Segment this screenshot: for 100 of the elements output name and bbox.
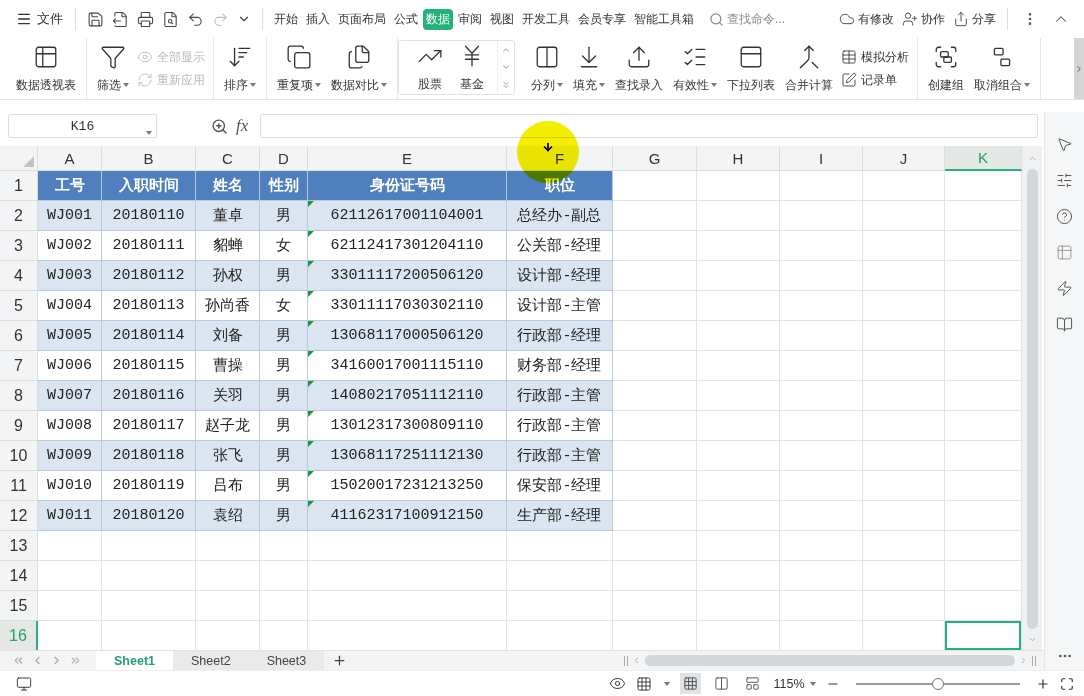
table-cell: 33011117200506120 [308,261,507,291]
row-header[interactable]: 15 [0,591,38,621]
table-cell: 行政部-经理 [507,321,613,351]
undo-icon[interactable] [187,10,204,28]
row-header[interactable]: 11 [0,471,38,501]
splitter-grip[interactable] [624,655,628,666]
ribbon-button[interactable]: 取消组合 [970,38,1034,99]
toolbar-action[interactable]: 有修改 [836,8,897,30]
ribbon-button[interactable]: 创建组 [924,38,968,99]
input-method-icon[interactable] [636,675,653,692]
menu-tab[interactable]: 视图 [487,8,517,30]
row-header[interactable]: 6 [0,321,38,351]
name-box[interactable]: K16 [8,114,157,138]
menu-tab[interactable]: 会员专享 [575,8,629,30]
row-header[interactable]: 7 [0,351,38,381]
row-header[interactable]: 8 [0,381,38,411]
sheet-tab[interactable]: Sheet3 [248,650,325,671]
menu-tab[interactable]: 开发工具 [519,8,573,30]
macro-icon[interactable] [16,675,32,692]
eye-icon[interactable] [609,675,627,692]
column-header[interactable]: C [196,146,260,171]
table-cell: WJ001 [38,201,102,231]
ribbon-button[interactable]: 数据透视表 [12,38,80,99]
table-cell: 孙尚香 [196,291,260,321]
export-icon[interactable] [112,10,129,28]
table-cell: 关羽 [196,381,260,411]
menu-tab[interactable]: 插入 [303,8,333,30]
menu-tab[interactable]: 审阅 [455,8,485,30]
printer-icon[interactable] [137,10,154,28]
zoom-level[interactable]: 115% [773,676,816,691]
row-header[interactable]: 10 [0,441,38,471]
ribbon-scroll-icon[interactable] [1074,63,1084,74]
ribbon-button[interactable]: 合并计算 [781,38,837,99]
column-header[interactable]: B [102,146,196,171]
pointer-icon[interactable] [1056,136,1073,153]
row-header[interactable]: 3 [0,231,38,261]
ribbon-button[interactable]: 查找录入 [611,38,667,99]
zoom-icon[interactable] [211,117,228,135]
menu-tab[interactable]: 开始 [271,8,301,30]
row-header[interactable]: 2 [0,201,38,231]
ribbon-button[interactable]: 基金 [455,42,489,93]
page-view-icon[interactable] [714,676,730,691]
row-header[interactable]: 4 [0,261,38,291]
row-header[interactable]: 5 [0,291,38,321]
ribbon-button[interactable]: 重复项 [273,38,325,99]
command-search[interactable]: 查找命令... [709,10,785,28]
ribbon-button[interactable]: 股票 [413,42,447,93]
file-menu[interactable]: 文件 [12,8,67,30]
lightning-icon[interactable] [1056,280,1073,297]
help-icon[interactable] [1056,208,1073,225]
column-header[interactable]: I [780,146,863,171]
table-icon [841,49,857,65]
menu-tab[interactable]: 公式 [391,8,421,30]
row-header[interactable]: 13 [0,531,38,561]
ribbon-small-button[interactable]: 记录单 [839,71,911,89]
menu-tab[interactable]: 页面布局 [335,8,389,30]
page-break-view-icon[interactable] [745,676,761,691]
row-header[interactable]: 1 [0,171,38,201]
ribbon-button[interactable]: 分列 [527,38,567,99]
table-cell: WJ003 [38,261,102,291]
caret-icon[interactable] [664,681,671,686]
ribbon-button[interactable]: 有效性 [669,38,721,99]
table-cell: 赵子龙 [196,411,260,441]
ribbon-button[interactable]: 数据对比 [327,38,391,99]
add-sheet-icon[interactable] [332,653,348,668]
table-header-cell: 身份证号码 [308,171,507,201]
column-header[interactable]: G [613,146,697,171]
save-icon[interactable] [87,10,104,28]
table-cell: 行政部-主管 [507,441,613,471]
column-header[interactable]: J [863,146,945,171]
toolbar-action[interactable]: 分享 [950,8,999,30]
ribbon-button[interactable]: 排序 [220,38,260,99]
table-cell: 董卓 [196,201,260,231]
pivot-table-icon[interactable] [1056,244,1073,261]
formula-field[interactable] [260,114,1038,138]
table-header-cell: 姓名 [196,171,260,201]
column-header[interactable]: D [260,146,308,171]
row-header[interactable]: 12 [0,501,38,531]
sliders-icon[interactable] [1056,172,1073,189]
fullscreen-icon[interactable] [1060,676,1074,691]
row-header[interactable]: 9 [0,411,38,441]
zoom-in-icon[interactable] [1036,676,1050,691]
sheet-tab[interactable]: Sheet2 [173,650,249,671]
normal-view-icon[interactable] [683,676,699,691]
column-header[interactable]: H [697,146,780,171]
ribbon-button[interactable]: 筛选 [93,38,133,99]
ribbon-button[interactable]: 填充 [569,38,609,99]
ribbon-button[interactable]: 下拉列表 [723,38,779,99]
column-header[interactable]: E [308,146,507,171]
toolbar-action[interactable]: 协作 [899,8,948,30]
row-header[interactable]: 14 [0,561,38,591]
book-search-icon[interactable] [1056,316,1073,333]
ribbon-small-button[interactable]: 模拟分析 [839,48,911,66]
splitter-grip[interactable] [1032,655,1036,666]
table-cell: 13068117251112130 [308,441,507,471]
column-header[interactable]: A [38,146,102,171]
menu-tab[interactable]: 智能工具箱 [631,8,697,30]
print-preview-icon[interactable] [162,10,179,28]
slider-thumb[interactable] [932,677,944,690]
function-label[interactable]: fx [236,116,249,136]
